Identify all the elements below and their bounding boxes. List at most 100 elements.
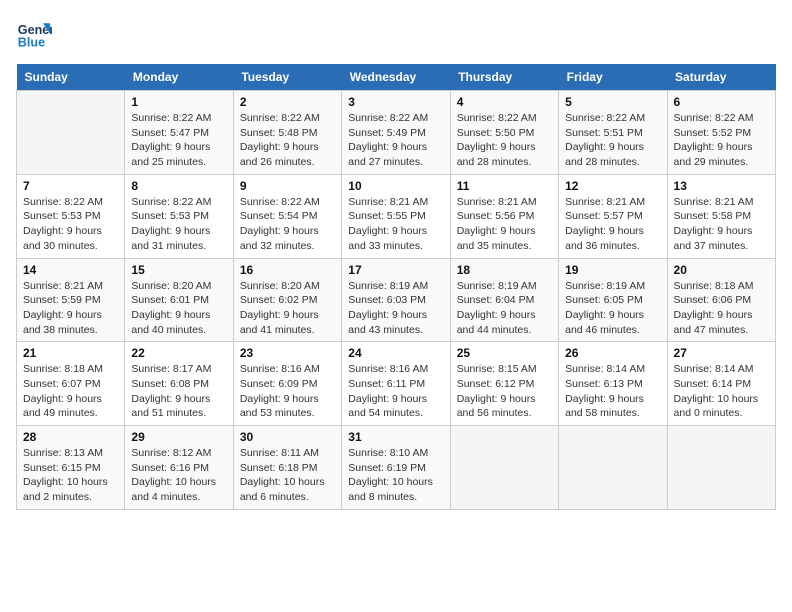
day-number: 31 [348, 430, 443, 444]
day-number: 16 [240, 263, 335, 277]
day-number: 8 [131, 179, 226, 193]
day-number: 15 [131, 263, 226, 277]
calendar-cell: 20Sunrise: 8:18 AM Sunset: 6:06 PM Dayli… [667, 258, 775, 342]
day-number: 25 [457, 346, 552, 360]
day-number: 22 [131, 346, 226, 360]
calendar-week-row: 14Sunrise: 8:21 AM Sunset: 5:59 PM Dayli… [17, 258, 776, 342]
calendar-cell: 29Sunrise: 8:12 AM Sunset: 6:16 PM Dayli… [125, 426, 233, 510]
calendar-header-row: SundayMondayTuesdayWednesdayThursdayFrid… [17, 64, 776, 91]
calendar-cell: 4 Sunrise: 8:22 AM Sunset: 5:50 PM Daylig… [450, 91, 558, 175]
day-info: Sunrise: 8:18 AM Sunset: 6:06 PM Dayligh… [674, 279, 769, 338]
calendar-cell: 22 Sunrise: 8:17 AM Sunset: 6:08 PM Dayli… [125, 342, 233, 426]
calendar-cell: 26Sunrise: 8:14 AM Sunset: 6:13 PM Dayli… [559, 342, 667, 426]
day-info: Sunrise: 8:10 AM Sunset: 6:19 PM Dayligh… [348, 446, 443, 505]
day-info: Sunrise: 8:19 AM Sunset: 6:03 PM Dayligh… [348, 279, 443, 338]
day-info: Sunrise: 8:13 AM Sunset: 6:15 PM Dayligh… [23, 446, 118, 505]
calendar-cell: 13 Sunrise: 8:21 AM Sunset: 5:58 PM Dayli… [667, 174, 775, 258]
day-number: 23 [240, 346, 335, 360]
calendar-cell: 9 Sunrise: 8:22 AM Sunset: 5:54 PM Daylig… [233, 174, 341, 258]
day-info: Sunrise: 8:21 AM Sunset: 5:55 PM Dayligh… [348, 195, 443, 254]
calendar-cell: 28Sunrise: 8:13 AM Sunset: 6:15 PM Dayli… [17, 426, 125, 510]
calendar-week-row: 21Sunrise: 8:18 AM Sunset: 6:07 PM Dayli… [17, 342, 776, 426]
day-info: Sunrise: 8:21 AM Sunset: 5:58 PM Dayligh… [674, 195, 769, 254]
day-info: Sunrise: 8:19 AM Sunset: 6:04 PM Dayligh… [457, 279, 552, 338]
weekday-header: Friday [559, 64, 667, 91]
day-number: 27 [674, 346, 769, 360]
day-number: 10 [348, 179, 443, 193]
calendar-cell: 21Sunrise: 8:18 AM Sunset: 6:07 PM Dayli… [17, 342, 125, 426]
page-header: General Blue [16, 16, 776, 52]
day-info: Sunrise: 8:22 AM Sunset: 5:50 PM Dayligh… [457, 111, 552, 170]
calendar-week-row: 28Sunrise: 8:13 AM Sunset: 6:15 PM Dayli… [17, 426, 776, 510]
weekday-header: Sunday [17, 64, 125, 91]
calendar-cell: 16Sunrise: 8:20 AM Sunset: 6:02 PM Dayli… [233, 258, 341, 342]
day-number: 7 [23, 179, 118, 193]
day-number: 14 [23, 263, 118, 277]
day-info: Sunrise: 8:16 AM Sunset: 6:09 PM Dayligh… [240, 362, 335, 421]
weekday-header: Wednesday [342, 64, 450, 91]
day-number: 11 [457, 179, 552, 193]
calendar-cell [17, 91, 125, 175]
calendar-cell: 7 Sunrise: 8:22 AM Sunset: 5:53 PM Daylig… [17, 174, 125, 258]
calendar-cell: 3 Sunrise: 8:22 AM Sunset: 5:49 PM Daylig… [342, 91, 450, 175]
day-number: 1 [131, 95, 226, 109]
day-info: Sunrise: 8:11 AM Sunset: 6:18 PM Dayligh… [240, 446, 335, 505]
day-info: Sunrise: 8:15 AM Sunset: 6:12 PM Dayligh… [457, 362, 552, 421]
day-info: Sunrise: 8:22 AM Sunset: 5:53 PM Dayligh… [23, 195, 118, 254]
day-number: 21 [23, 346, 118, 360]
calendar-cell: 12 Sunrise: 8:21 AM Sunset: 5:57 PM Dayli… [559, 174, 667, 258]
day-number: 30 [240, 430, 335, 444]
day-number: 12 [565, 179, 660, 193]
calendar-cell: 27Sunrise: 8:14 AM Sunset: 6:14 PM Dayli… [667, 342, 775, 426]
calendar-cell [667, 426, 775, 510]
day-info: Sunrise: 8:21 AM Sunset: 5:57 PM Dayligh… [565, 195, 660, 254]
day-info: Sunrise: 8:22 AM Sunset: 5:54 PM Dayligh… [240, 195, 335, 254]
calendar-cell: 18 Sunrise: 8:19 AM Sunset: 6:04 PM Dayli… [450, 258, 558, 342]
calendar-cell: 19Sunrise: 8:19 AM Sunset: 6:05 PM Dayli… [559, 258, 667, 342]
day-info: Sunrise: 8:22 AM Sunset: 5:48 PM Dayligh… [240, 111, 335, 170]
calendar-cell: 30 Sunrise: 8:11 AM Sunset: 6:18 PM Dayli… [233, 426, 341, 510]
calendar-cell: 10 Sunrise: 8:21 AM Sunset: 5:55 PM Dayli… [342, 174, 450, 258]
day-info: Sunrise: 8:22 AM Sunset: 5:49 PM Dayligh… [348, 111, 443, 170]
day-number: 2 [240, 95, 335, 109]
weekday-header: Monday [125, 64, 233, 91]
day-number: 9 [240, 179, 335, 193]
day-info: Sunrise: 8:19 AM Sunset: 6:05 PM Dayligh… [565, 279, 660, 338]
calendar-week-row: 7 Sunrise: 8:22 AM Sunset: 5:53 PM Daylig… [17, 174, 776, 258]
day-info: Sunrise: 8:17 AM Sunset: 6:08 PM Dayligh… [131, 362, 226, 421]
day-info: Sunrise: 8:12 AM Sunset: 6:16 PM Dayligh… [131, 446, 226, 505]
day-number: 18 [457, 263, 552, 277]
day-info: Sunrise: 8:21 AM Sunset: 5:56 PM Dayligh… [457, 195, 552, 254]
calendar-table: SundayMondayTuesdayWednesdayThursdayFrid… [16, 64, 776, 510]
day-number: 5 [565, 95, 660, 109]
day-number: 3 [348, 95, 443, 109]
calendar-cell: 5 Sunrise: 8:22 AM Sunset: 5:51 PM Daylig… [559, 91, 667, 175]
day-number: 4 [457, 95, 552, 109]
calendar-cell: 2 Sunrise: 8:22 AM Sunset: 5:48 PM Daylig… [233, 91, 341, 175]
calendar-cell: 23 Sunrise: 8:16 AM Sunset: 6:09 PM Dayli… [233, 342, 341, 426]
calendar-cell: 14Sunrise: 8:21 AM Sunset: 5:59 PM Dayli… [17, 258, 125, 342]
calendar-cell: 24 Sunrise: 8:16 AM Sunset: 6:11 PM Dayli… [342, 342, 450, 426]
calendar-cell: 1Sunrise: 8:22 AM Sunset: 5:47 PM Daylig… [125, 91, 233, 175]
day-info: Sunrise: 8:20 AM Sunset: 6:01 PM Dayligh… [131, 279, 226, 338]
logo: General Blue [16, 16, 52, 52]
day-number: 6 [674, 95, 769, 109]
calendar-cell [559, 426, 667, 510]
svg-text:Blue: Blue [18, 36, 45, 50]
weekday-header: Tuesday [233, 64, 341, 91]
day-info: Sunrise: 8:22 AM Sunset: 5:52 PM Dayligh… [674, 111, 769, 170]
day-number: 13 [674, 179, 769, 193]
day-info: Sunrise: 8:14 AM Sunset: 6:13 PM Dayligh… [565, 362, 660, 421]
day-number: 17 [348, 263, 443, 277]
calendar-cell: 31 Sunrise: 8:10 AM Sunset: 6:19 PM Dayli… [342, 426, 450, 510]
calendar-cell: 17 Sunrise: 8:19 AM Sunset: 6:03 PM Dayli… [342, 258, 450, 342]
calendar-body: 1Sunrise: 8:22 AM Sunset: 5:47 PM Daylig… [17, 91, 776, 510]
day-number: 24 [348, 346, 443, 360]
calendar-cell: 11 Sunrise: 8:21 AM Sunset: 5:56 PM Dayli… [450, 174, 558, 258]
day-info: Sunrise: 8:22 AM Sunset: 5:51 PM Dayligh… [565, 111, 660, 170]
calendar-cell: 25 Sunrise: 8:15 AM Sunset: 6:12 PM Dayli… [450, 342, 558, 426]
logo-icon: General Blue [16, 16, 52, 52]
day-info: Sunrise: 8:22 AM Sunset: 5:53 PM Dayligh… [131, 195, 226, 254]
weekday-header: Thursday [450, 64, 558, 91]
day-info: Sunrise: 8:16 AM Sunset: 6:11 PM Dayligh… [348, 362, 443, 421]
